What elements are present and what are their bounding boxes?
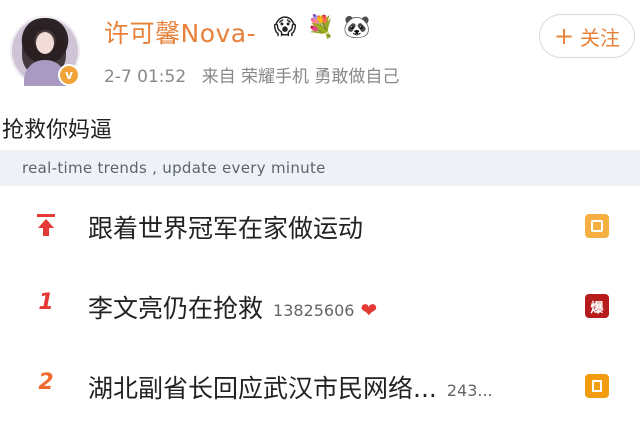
hot-tag-icon [585,214,609,238]
scream-emoji-icon: 😱 [273,14,297,40]
pin-top-icon [34,212,58,238]
trend-topic-text: 李文亮仍在抢救 [88,294,264,323]
trend-topic[interactable]: 李文亮仍在抢救 13825606 ❤ [88,289,377,325]
post-source: 来自 荣耀手机 勇敢做自己 [201,67,400,87]
panda-icon: 🐼 [343,14,371,40]
verified-badge-icon: v [58,64,80,86]
avatar-face [36,32,54,54]
trend-header: real-time trends , update every minute [0,150,640,186]
trend-topic[interactable]: 跟着世界冠军在家做运动 [88,209,363,245]
flower-bouquet-icon: 💐 [307,14,335,40]
follow-label: 关注 [580,25,621,50]
username-emojis: 😱 💐 🐼 [272,14,371,40]
post-time: 2-7 01:52 [104,67,187,87]
post-meta: 2-7 01:52 来自 荣耀手机 勇敢做自己 [104,62,409,87]
plus-icon: + [553,22,575,50]
trend-count: 13825606 [273,300,355,320]
explode-tag: 爆 [585,294,609,318]
trend-rank: 2 [38,370,54,395]
trend-row-pinned[interactable]: 跟着世界冠军在家做运动 [0,206,640,246]
trend-row-1[interactable]: 1 李文亮仍在抢救 13825606 ❤ 爆 [0,286,640,326]
heart-icon: ❤ [360,298,378,322]
trend-rank: 1 [38,290,54,315]
post-text: 抢救你妈逼 [2,118,113,143]
trend-topic[interactable]: 湖北副省长回应武汉市民网络... 243... [88,369,493,405]
trend-count: 243... [446,380,493,400]
follow-button[interactable]: + 关注 [539,14,635,58]
username[interactable]: 许可馨Nova- [104,14,256,50]
trend-topic-text: 湖北副省长回应武汉市民网络... [88,374,437,403]
new-tag-icon [585,374,609,398]
trend-row-2[interactable]: 2 湖北副省长回应武汉市民网络... 243... [0,366,640,406]
